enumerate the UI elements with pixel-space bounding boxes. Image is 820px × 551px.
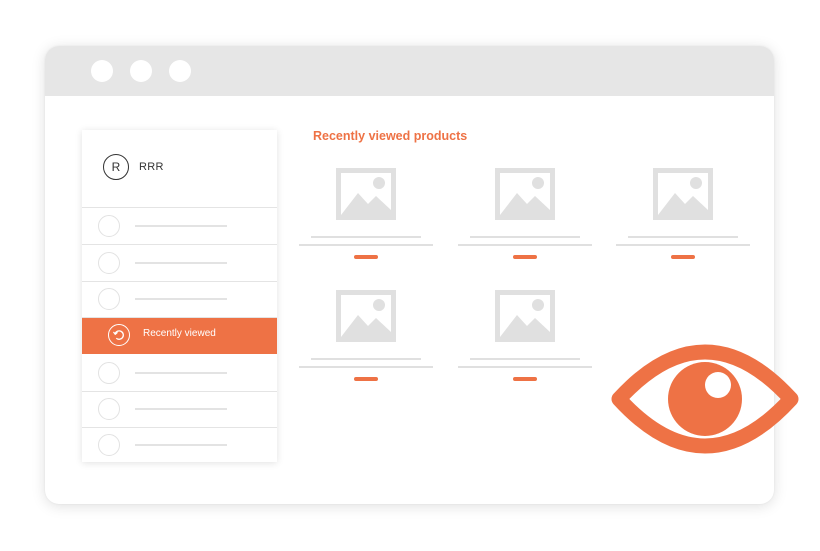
sidebar-item[interactable] bbox=[82, 427, 277, 462]
sidebar-item[interactable] bbox=[82, 245, 277, 282]
product-subtitle-placeholder bbox=[299, 366, 433, 368]
profile-header: R RRR bbox=[82, 130, 277, 208]
product-subtitle-placeholder bbox=[616, 244, 750, 246]
image-placeholder-icon bbox=[336, 290, 396, 342]
menu-item-label-placeholder bbox=[135, 298, 227, 300]
sidebar-item[interactable] bbox=[82, 391, 277, 428]
menu-item-label-placeholder bbox=[135, 262, 227, 264]
sidebar-item-recently-viewed[interactable]: Recently viewed bbox=[82, 318, 277, 354]
sidebar-item[interactable] bbox=[82, 281, 277, 318]
product-title-placeholder bbox=[470, 236, 580, 238]
menu-item-icon bbox=[98, 252, 120, 274]
product-price-placeholder bbox=[513, 255, 537, 259]
image-placeholder-icon bbox=[495, 290, 555, 342]
window-titlebar bbox=[45, 46, 774, 96]
product-title-placeholder bbox=[311, 236, 421, 238]
menu-item-icon bbox=[98, 362, 120, 384]
user-name: RRR bbox=[139, 161, 164, 173]
sidebar-item-label: Recently viewed bbox=[143, 328, 216, 339]
product-price-placeholder bbox=[671, 255, 695, 259]
menu-item-label-placeholder bbox=[135, 372, 227, 374]
product-card[interactable] bbox=[616, 168, 750, 268]
menu-item-icon bbox=[98, 398, 120, 420]
image-placeholder-icon bbox=[495, 168, 555, 220]
product-card[interactable] bbox=[299, 290, 433, 390]
product-card[interactable] bbox=[458, 290, 592, 390]
menu-item-icon bbox=[98, 288, 120, 310]
account-sidebar: R RRR Recently viewed bbox=[82, 130, 277, 462]
product-price-placeholder bbox=[513, 377, 537, 381]
menu-item-label-placeholder bbox=[135, 444, 227, 446]
image-placeholder-icon bbox=[653, 168, 713, 220]
product-subtitle-placeholder bbox=[458, 366, 592, 368]
page-title: Recently viewed products bbox=[313, 129, 468, 143]
window-dot-icon[interactable] bbox=[91, 60, 113, 82]
product-card[interactable] bbox=[458, 168, 592, 268]
product-subtitle-placeholder bbox=[299, 244, 433, 246]
sidebar-item[interactable] bbox=[82, 355, 277, 392]
product-title-placeholder bbox=[470, 358, 580, 360]
image-placeholder-icon bbox=[336, 168, 396, 220]
product-card[interactable] bbox=[299, 168, 433, 268]
eye-icon bbox=[611, 344, 799, 454]
product-price-placeholder bbox=[354, 377, 378, 381]
avatar: R bbox=[103, 154, 129, 180]
product-subtitle-placeholder bbox=[458, 244, 592, 246]
product-title-placeholder bbox=[628, 236, 738, 238]
menu-item-label-placeholder bbox=[135, 225, 227, 227]
window-dot-icon[interactable] bbox=[169, 60, 191, 82]
product-title-placeholder bbox=[311, 358, 421, 360]
menu-item-label-placeholder bbox=[135, 408, 227, 410]
menu-item-icon bbox=[98, 215, 120, 237]
window-dot-icon[interactable] bbox=[130, 60, 152, 82]
history-icon bbox=[108, 324, 130, 346]
menu-item-icon bbox=[98, 434, 120, 456]
product-price-placeholder bbox=[354, 255, 378, 259]
sidebar-item[interactable] bbox=[82, 208, 277, 245]
